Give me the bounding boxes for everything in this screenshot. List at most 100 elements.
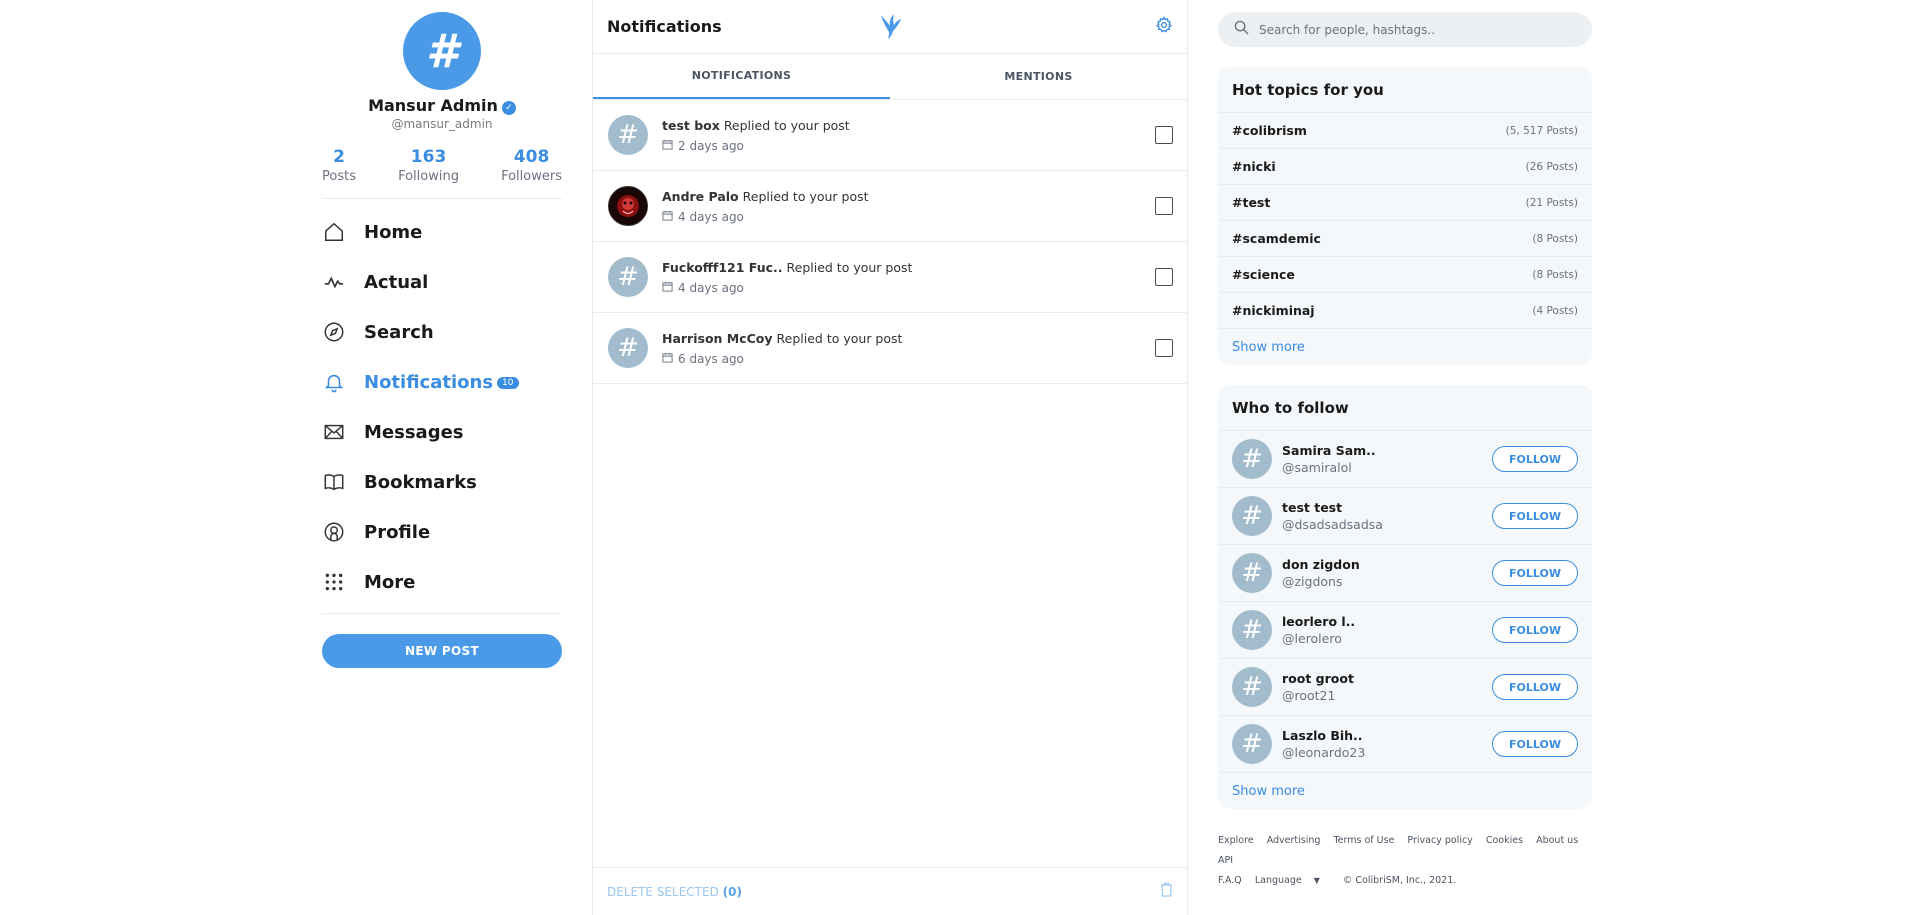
profile-handle: @mansur_admin [391, 117, 493, 131]
notification-select-checkbox[interactable] [1155, 268, 1173, 286]
notification-avatar[interactable] [608, 186, 648, 226]
follow-avatar[interactable]: # [1232, 496, 1272, 536]
settings-gear-icon[interactable] [1155, 15, 1173, 38]
hot-topics-show-more-link[interactable]: Show more [1218, 329, 1592, 365]
search-icon [1234, 20, 1249, 39]
notification-user[interactable]: Andre Palo [662, 189, 739, 204]
nav-item-bookmarks[interactable]: Bookmarks [322, 457, 562, 507]
topic-item[interactable]: #nicki (26 Posts) [1218, 149, 1592, 185]
topic-item[interactable]: #colibrism (5, 517 Posts) [1218, 113, 1592, 149]
notification-avatar[interactable]: # [608, 328, 648, 368]
nav-item-more[interactable]: More [322, 557, 562, 607]
topic-item[interactable]: #scamdemic (8 Posts) [1218, 221, 1592, 257]
notification-row[interactable]: # test box Replied to your post 2 days a… [593, 100, 1187, 171]
notification-action: Replied to your post [723, 117, 850, 133]
stat-following[interactable]: 163 Following [398, 147, 459, 184]
follow-button[interactable]: FOLLOW [1492, 446, 1578, 472]
notification-select-checkbox[interactable] [1155, 339, 1173, 357]
search-input[interactable] [1257, 21, 1557, 38]
follow-button[interactable]: FOLLOW [1492, 503, 1578, 529]
topic-tag: #science [1232, 267, 1295, 282]
calendar-icon [662, 210, 673, 224]
footer-link-privacy[interactable]: Privacy policy [1407, 835, 1472, 846]
delete-selected-button[interactable]: DELETE SELECTED (0) [607, 885, 742, 899]
trash-icon[interactable] [1160, 882, 1173, 901]
notification-row[interactable]: Andre Palo Replied to your post 4 days a… [593, 171, 1187, 242]
notification-user[interactable]: Harrison McCoy [662, 331, 773, 346]
notification-avatar[interactable]: # [608, 257, 648, 297]
follow-button[interactable]: FOLLOW [1492, 560, 1578, 586]
profile-avatar[interactable]: # [403, 12, 481, 90]
nav-item-search[interactable]: Search [322, 307, 562, 357]
follow-button[interactable]: FOLLOW [1492, 731, 1578, 757]
topic-post-count: (8 Posts) [1532, 232, 1578, 245]
footer-link-terms[interactable]: Terms of Use [1333, 835, 1394, 846]
follow-button[interactable]: FOLLOW [1492, 617, 1578, 643]
topic-post-count: (4 Posts) [1532, 304, 1578, 317]
notification-row[interactable]: # Fuckofff121 Fuc.. Replied to your post… [593, 242, 1187, 313]
stat-followers[interactable]: 408 Followers [501, 147, 562, 184]
stat-following-label: Following [398, 169, 459, 184]
language-dropdown[interactable]: Language ▼ [1255, 875, 1330, 886]
topic-item[interactable]: #science (8 Posts) [1218, 257, 1592, 293]
notification-user[interactable]: test box [662, 118, 720, 133]
follow-button[interactable]: FOLLOW [1492, 674, 1578, 700]
follow-suggestion: # test test @dsadsadsadsa FOLLOW [1218, 488, 1592, 545]
footer-link-faq[interactable]: F.A.Q [1218, 875, 1242, 886]
profile-name-text[interactable]: Mansur Admin [368, 96, 498, 115]
notification-user[interactable]: Fuckofff121 Fuc.. [662, 260, 783, 275]
new-post-button[interactable]: NEW POST [322, 634, 562, 668]
language-label: Language [1254, 875, 1302, 886]
notification-select-checkbox[interactable] [1155, 126, 1173, 144]
follow-avatar[interactable]: # [1232, 724, 1272, 764]
home-icon [322, 220, 346, 244]
topic-tag: #test [1232, 195, 1271, 210]
follow-name[interactable]: test test [1282, 500, 1492, 515]
follow-handle: @lerolero [1282, 631, 1342, 646]
topic-post-count: (8 Posts) [1532, 268, 1578, 281]
footer-links: Explore Advertising Terms of Use Privacy… [1218, 831, 1592, 891]
nav-item-notifications[interactable]: Notifications 10 [322, 357, 562, 407]
nav-label-home: Home [364, 221, 423, 243]
follow-avatar[interactable]: # [1232, 439, 1272, 479]
follow-name[interactable]: don zigdon [1282, 557, 1492, 572]
who-to-follow-show-more-link[interactable]: Show more [1218, 773, 1592, 809]
bird-logo-icon[interactable] [879, 12, 903, 44]
follow-name[interactable]: root groot [1282, 671, 1492, 686]
footer-link-api[interactable]: API [1218, 855, 1233, 866]
stat-posts-label: Posts [322, 169, 356, 184]
topic-item[interactable]: #nickiminaj (4 Posts) [1218, 293, 1592, 329]
footer-link-cookies[interactable]: Cookies [1486, 835, 1523, 846]
follow-avatar[interactable]: # [1232, 610, 1272, 650]
nav-label-messages: Messages [364, 421, 464, 443]
nav-item-actual[interactable]: Actual [322, 257, 562, 307]
who-to-follow-panel: Who to follow # Samira Sam.. @samiralol … [1218, 385, 1592, 809]
follow-handle: @dsadsadsadsa [1282, 517, 1383, 532]
follow-name[interactable]: leorlero l.. [1282, 614, 1492, 629]
tab-notifications[interactable]: NOTIFICATIONS [593, 54, 890, 99]
follow-avatar[interactable]: # [1232, 667, 1272, 707]
topic-tag: #nickiminaj [1232, 303, 1315, 318]
follow-handle: @leonardo23 [1282, 745, 1366, 760]
stat-following-value: 163 [410, 147, 447, 167]
footer-link-advertising[interactable]: Advertising [1267, 835, 1321, 846]
book-icon [322, 470, 346, 494]
stat-posts[interactable]: 2 Posts [322, 147, 356, 184]
notification-row[interactable]: # Harrison McCoy Replied to your post 6 … [593, 313, 1187, 384]
notification-avatar[interactable]: # [608, 115, 648, 155]
notification-select-checkbox[interactable] [1155, 197, 1173, 215]
follow-name[interactable]: Laszlo Bih.. [1282, 728, 1492, 743]
nav-item-profile[interactable]: Profile [322, 507, 562, 557]
nav-item-messages[interactable]: Messages [322, 407, 562, 457]
search-bar[interactable] [1218, 12, 1592, 47]
follow-avatar[interactable]: # [1232, 553, 1272, 593]
topic-item[interactable]: #test (21 Posts) [1218, 185, 1592, 221]
profile-name[interactable]: Mansur Admin ✓ [322, 96, 562, 115]
footer-link-about[interactable]: About us [1536, 835, 1578, 846]
tab-mentions[interactable]: MENTIONS [890, 54, 1187, 99]
nav-item-home[interactable]: Home [322, 207, 562, 257]
envelope-icon [322, 420, 346, 444]
footer-link-explore[interactable]: Explore [1218, 835, 1254, 846]
notification-time: 2 days ago [678, 138, 744, 153]
follow-name[interactable]: Samira Sam.. [1282, 443, 1492, 458]
